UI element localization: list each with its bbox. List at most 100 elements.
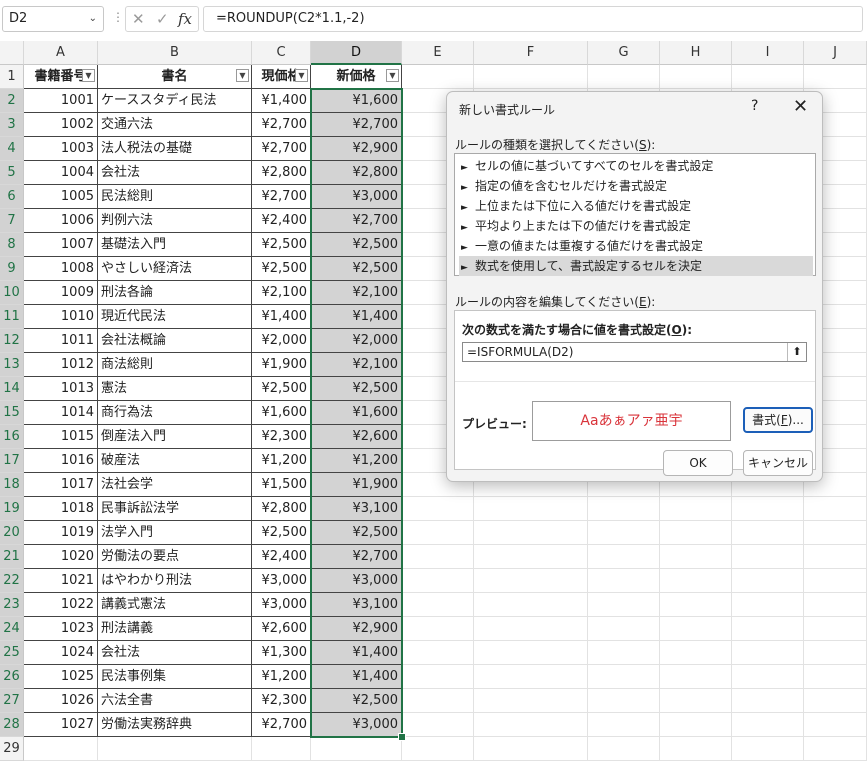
cell[interactable]: [588, 521, 660, 545]
close-icon[interactable]: ✕: [793, 96, 808, 117]
cell[interactable]: [402, 617, 474, 641]
row-header[interactable]: 15: [0, 401, 24, 425]
row-header[interactable]: 21: [0, 545, 24, 569]
cell[interactable]: [402, 737, 474, 761]
cell[interactable]: [732, 569, 804, 593]
rule-type-item[interactable]: ► 上位または下位に入る値だけを書式設定: [459, 196, 813, 216]
cell-d[interactable]: ¥2,800: [311, 161, 402, 185]
cell[interactable]: [660, 737, 732, 761]
cell-d[interactable]: ¥2,500: [311, 257, 402, 281]
cell-d[interactable]: ¥1,200: [311, 449, 402, 473]
cell[interactable]: [588, 497, 660, 521]
cell[interactable]: [660, 569, 732, 593]
cell-d[interactable]: [311, 737, 402, 761]
cell[interactable]: [804, 641, 867, 665]
cell-d[interactable]: ¥1,400: [311, 665, 402, 689]
cell-b[interactable]: 商法総則: [98, 353, 252, 377]
rule-type-item[interactable]: ► セルの値に基づいてすべてのセルを書式設定: [459, 156, 813, 176]
cell[interactable]: [660, 617, 732, 641]
cell-a[interactable]: 1022: [24, 593, 98, 617]
cell-b[interactable]: 刑法各論: [98, 281, 252, 305]
cell[interactable]: [660, 521, 732, 545]
cell[interactable]: [732, 737, 804, 761]
row-header[interactable]: 25: [0, 641, 24, 665]
cell[interactable]: [660, 665, 732, 689]
row-header[interactable]: 11: [0, 305, 24, 329]
row-header[interactable]: 8: [0, 233, 24, 257]
cell[interactable]: [732, 689, 804, 713]
cell[interactable]: [732, 65, 804, 89]
cell[interactable]: [732, 521, 804, 545]
cell-a[interactable]: 1011: [24, 329, 98, 353]
cell-b[interactable]: はやわかり刑法: [98, 569, 252, 593]
cell-b[interactable]: 六法全書: [98, 689, 252, 713]
cell-a[interactable]: 1006: [24, 209, 98, 233]
cell-c[interactable]: ¥2,100: [252, 281, 311, 305]
cell-a[interactable]: 1026: [24, 689, 98, 713]
cell-a[interactable]: 1014: [24, 401, 98, 425]
cell-b[interactable]: 法人税法の基礎: [98, 137, 252, 161]
cell-b[interactable]: 民法事例集: [98, 665, 252, 689]
fill-handle[interactable]: [398, 733, 406, 741]
enter-icon[interactable]: ✓: [156, 10, 169, 28]
cell-b[interactable]: 会社法: [98, 161, 252, 185]
cell-c[interactable]: ¥1,500: [252, 473, 311, 497]
cell[interactable]: [588, 545, 660, 569]
cell-b[interactable]: 現近代民法: [98, 305, 252, 329]
column-header-j[interactable]: J: [804, 41, 867, 65]
cell-c[interactable]: ¥2,700: [252, 713, 311, 737]
row-header[interactable]: 29: [0, 737, 24, 761]
cell-c[interactable]: ¥1,400: [252, 89, 311, 113]
cell[interactable]: [660, 713, 732, 737]
collapse-dialog-icon[interactable]: ⬆: [787, 343, 806, 361]
rule-type-item-selected[interactable]: ► 数式を使用して、書式設定するセルを決定: [459, 256, 813, 276]
cell-d[interactable]: ¥2,500: [311, 377, 402, 401]
cell[interactable]: [474, 569, 588, 593]
cell-b[interactable]: ケーススタディ民法: [98, 89, 252, 113]
row-header[interactable]: 19: [0, 497, 24, 521]
cell-b[interactable]: 民事訴訟法学: [98, 497, 252, 521]
column-header-c[interactable]: C: [252, 41, 311, 65]
cell-c[interactable]: ¥1,200: [252, 449, 311, 473]
cell-d[interactable]: ¥2,700: [311, 209, 402, 233]
row-header[interactable]: 23: [0, 593, 24, 617]
cell-c[interactable]: [252, 737, 311, 761]
cell-c[interactable]: ¥2,500: [252, 257, 311, 281]
row-header[interactable]: 12: [0, 329, 24, 353]
cell-b[interactable]: 民法総則: [98, 185, 252, 209]
cell[interactable]: [660, 689, 732, 713]
row-header[interactable]: 18: [0, 473, 24, 497]
cell-c[interactable]: ¥1,900: [252, 353, 311, 377]
rule-type-item[interactable]: ► 一意の値または重複する値だけを書式設定: [459, 236, 813, 256]
header-cell-d[interactable]: 新価格 ▼: [311, 65, 402, 89]
cell[interactable]: [732, 665, 804, 689]
cell-c[interactable]: ¥1,200: [252, 665, 311, 689]
cell-d[interactable]: ¥3,000: [311, 713, 402, 737]
cell-c[interactable]: ¥2,800: [252, 161, 311, 185]
cell-d[interactable]: ¥2,100: [311, 281, 402, 305]
cell[interactable]: [804, 497, 867, 521]
cell[interactable]: [732, 641, 804, 665]
header-cell-a[interactable]: 書籍番号 ▼: [24, 65, 98, 89]
formula-field[interactable]: =ISFORMULA(D2) ⬆: [462, 342, 807, 362]
cell-a[interactable]: 1025: [24, 665, 98, 689]
format-button[interactable]: 書式(F)...: [743, 407, 813, 433]
cell-b[interactable]: 商行為法: [98, 401, 252, 425]
cell-a[interactable]: 1021: [24, 569, 98, 593]
cell-d[interactable]: ¥2,700: [311, 113, 402, 137]
cell[interactable]: [402, 569, 474, 593]
cell-c[interactable]: ¥2,500: [252, 521, 311, 545]
help-icon[interactable]: ?: [751, 98, 758, 114]
cell-c[interactable]: ¥3,000: [252, 569, 311, 593]
column-header-e[interactable]: E: [402, 41, 474, 65]
cell[interactable]: [474, 545, 588, 569]
filter-dropdown-icon[interactable]: ▼: [295, 69, 308, 82]
cell-d[interactable]: ¥3,000: [311, 569, 402, 593]
cell[interactable]: [660, 641, 732, 665]
cell-b[interactable]: 交通六法: [98, 113, 252, 137]
cell-b[interactable]: 憲法: [98, 377, 252, 401]
cell-a[interactable]: 1015: [24, 425, 98, 449]
cell-d[interactable]: ¥2,600: [311, 425, 402, 449]
cancel-button[interactable]: キャンセル: [743, 450, 813, 476]
row-header[interactable]: 9: [0, 257, 24, 281]
